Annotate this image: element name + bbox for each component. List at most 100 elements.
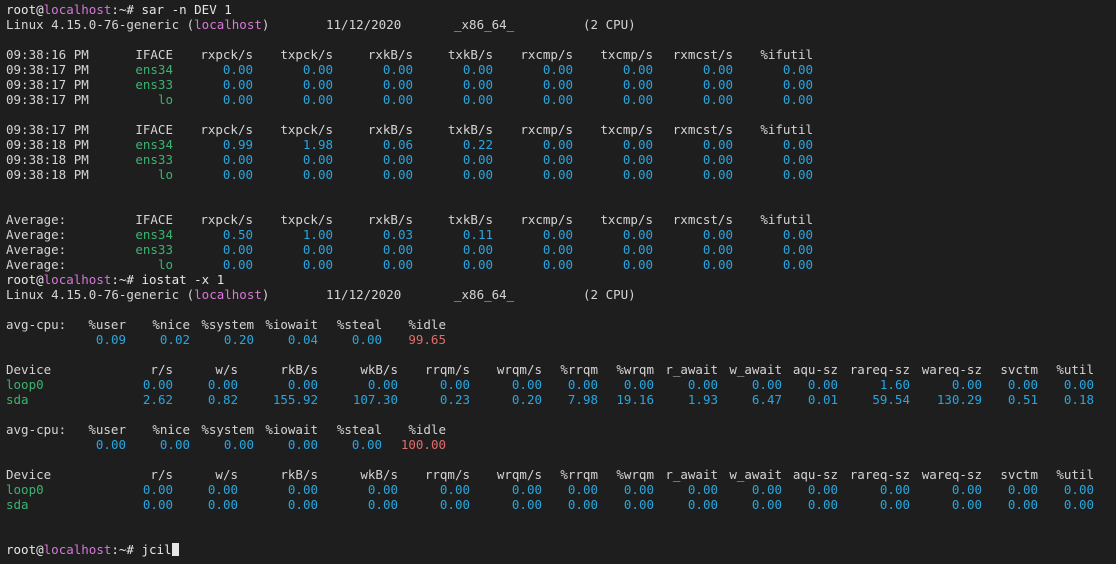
device-value: 0.00 (367, 482, 398, 497)
sar-value: 0.00 (382, 257, 413, 272)
cpu-value: 0.00 (159, 437, 190, 452)
sar-iface-name: lo (157, 167, 173, 182)
sar-row-time: 09:38:18 PM (6, 167, 89, 182)
sar-data-row: Average: lo 0.00 0.00 0.00 0.00 0.00 0.00 0.00 0.… (0, 257, 1116, 272)
sar-value: 0.00 (702, 137, 733, 152)
sar-value: 0.00 (382, 167, 413, 182)
device-column-header: Device (6, 467, 52, 482)
cpu-column-header: %system (201, 422, 254, 437)
cpu-header-row: avg-cpu: %user %nice %system %iowait %steal %i… (0, 317, 1116, 332)
sar-value: 0.00 (542, 242, 573, 257)
sar-value: 0.00 (622, 137, 653, 152)
cpu-count: (2 CPU) (583, 17, 636, 32)
sar-value: 0.00 (622, 152, 653, 167)
kernel-host: localhost (194, 17, 262, 32)
sar-data-row: 09:38:17 PM ens34 0.00 0.00 0.00 0.00 0.00 0.00… (0, 62, 1116, 77)
sar-value: 0.00 (302, 167, 333, 182)
sar-iface-name: ens34 (135, 137, 173, 152)
sar-value: 0.00 (702, 242, 733, 257)
sar-value: 0.00 (462, 92, 493, 107)
sar-value: 0.00 (302, 62, 333, 77)
sar-value: 0.00 (542, 152, 573, 167)
prompt-host: localhost (43, 272, 112, 287)
text-cursor[interactable] (171, 543, 179, 556)
sar-value: 0.00 (222, 242, 253, 257)
cpu-value: 0.00 (287, 437, 318, 452)
device-value: 0.23 (439, 392, 470, 407)
shell-prompt: root@localhost:~# sar -n DEV 1 (6, 2, 232, 17)
sar-data-row: 09:38:18 PM ens33 0.00 0.00 0.00 0.00 0.00 0.00… (0, 152, 1116, 167)
sar-column-header: txpck/s (280, 212, 333, 227)
sar-value: 0.00 (782, 242, 813, 257)
kernel-info: Linux 4.15.0-76-generic (localhost) (6, 287, 269, 302)
shell-prompt: root@localhost:~# iostat -x 1 (6, 272, 224, 287)
sar-value: 0.00 (382, 152, 413, 167)
sar-column-header: txpck/s (280, 122, 333, 137)
command-text: jcil (133, 542, 172, 557)
device-data-row: loop0 0.00 0.00 0.00 0.00 0.00 0.00 0.00 0.00 0.0… (0, 377, 1116, 392)
device-value: 0.00 (1063, 482, 1094, 497)
device-column-header: Device (6, 362, 52, 377)
sar-value: 0.00 (462, 62, 493, 77)
cpu-column-header: %user (88, 317, 126, 332)
sar-value: 0.00 (542, 137, 573, 152)
terminal-window[interactable]: root@localhost:~# sar -n DEV 1 Linux 4.15… (0, 0, 1116, 564)
cpu-column-header: %nice (152, 317, 190, 332)
sar-column-header: IFACE (135, 47, 173, 62)
device-value: 0.82 (207, 392, 238, 407)
device-value: 0.00 (287, 497, 318, 512)
device-column-header: rkB/s (280, 467, 318, 482)
sar-data-row: 09:38:17 PM lo 0.00 0.00 0.00 0.00 0.00 0.00 0.0… (0, 92, 1116, 107)
device-value: 0.00 (807, 497, 838, 512)
device-value: 0.01 (807, 392, 838, 407)
cpu-value: 0.02 (159, 332, 190, 347)
sar-value: 0.99 (222, 137, 253, 152)
device-value: 0.00 (207, 377, 238, 392)
sar-value: 0.00 (542, 92, 573, 107)
sar-column-header: txcmp/s (600, 212, 653, 227)
command-text: iostat -x 1 (133, 272, 225, 287)
sar-column-header: txcmp/s (600, 47, 653, 62)
cpu-value: 0.00 (223, 437, 254, 452)
device-column-header: rareq-sz (849, 362, 910, 377)
sar-value: 0.00 (302, 92, 333, 107)
device-column-header: rareq-sz (849, 467, 910, 482)
device-value: 1.60 (879, 377, 910, 392)
sar-value: 0.00 (382, 77, 413, 92)
sar-value: 0.00 (622, 227, 653, 242)
device-column-header: %util (1056, 362, 1094, 377)
sar-value: 0.00 (782, 92, 813, 107)
sar-header-row: 09:38:16 PM IFACE rxpck/s txpck/s rxkB/s txkB… (0, 47, 1116, 62)
cpu-column-header: %nice (152, 422, 190, 437)
architecture: _x86_64_ (454, 287, 515, 302)
sar-value: 0.00 (622, 167, 653, 182)
sar-header-row: 09:38:17 PM IFACE rxpck/s txpck/s rxkB/s txkB… (0, 122, 1116, 137)
device-value: 0.00 (1063, 497, 1094, 512)
device-data-row: loop0 0.00 0.00 0.00 0.00 0.00 0.00 0.00 0.00 0.0… (0, 482, 1116, 497)
kernel-host: localhost (194, 287, 262, 302)
sar-column-header: rxmcst/s (672, 47, 733, 62)
prompt-line: root@localhost:~# sar -n DEV 1 (0, 2, 1116, 17)
device-header-row: Device r/s w/s rkB/s wkB/s rrqm/s wrqm/s %rrqm%… (0, 362, 1116, 377)
device-column-header: rrqm/s (424, 467, 470, 482)
sar-value: 0.00 (622, 92, 653, 107)
sar-value: 0.00 (702, 92, 733, 107)
device-column-header: wkB/s (360, 362, 398, 377)
sar-iface-name: ens33 (135, 242, 173, 257)
sar-value: 0.50 (222, 227, 253, 242)
sar-column-header: txkB/s (447, 47, 493, 62)
sar-column-header: rxpck/s (200, 212, 253, 227)
sar-value: 0.00 (702, 77, 733, 92)
kernel-suffix: ) (261, 17, 270, 32)
sar-value: 0.00 (222, 152, 253, 167)
prompt-user: root (6, 272, 37, 287)
sar-value: 0.00 (782, 62, 813, 77)
device-data-row: sda 2.62 0.82 155.92 107.30 0.23 0.20 7.98 19.16… (0, 392, 1116, 407)
device-column-header: rrqm/s (424, 362, 470, 377)
kernel-prefix: Linux 4.15.0-76-generic ( (6, 17, 195, 32)
sar-value: 0.00 (622, 62, 653, 77)
report-date: 11/12/2020 (326, 287, 402, 302)
cpu-value: 0.04 (287, 332, 318, 347)
